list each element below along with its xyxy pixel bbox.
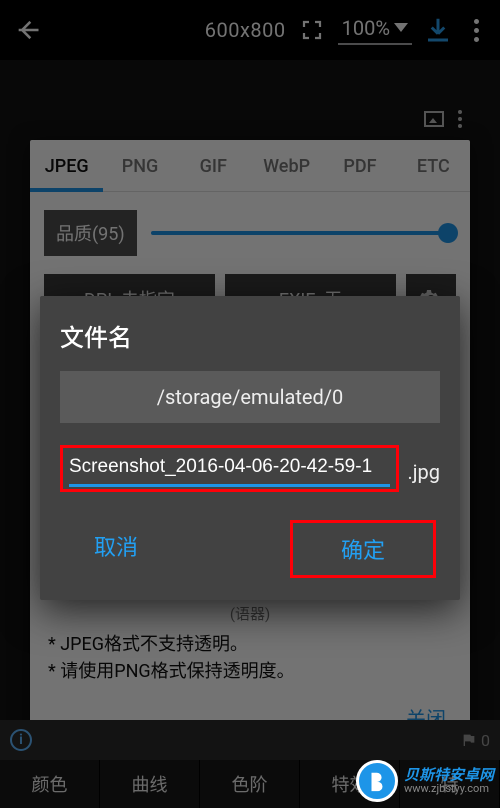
filename-input-highlight	[60, 445, 399, 492]
watermark-url: www.zjbstyy.com	[404, 783, 494, 795]
storage-path-button[interactable]: /storage/emulated/0	[60, 371, 440, 423]
file-extension: .jpg	[407, 460, 440, 492]
filename-dialog: 文件名 /storage/emulated/0 .jpg 取消 确定	[40, 296, 460, 600]
cancel-button[interactable]: 取消	[64, 520, 168, 578]
watermark-logo-icon	[356, 760, 398, 802]
watermark: 贝斯特安卓网 www.zjbstyy.com	[356, 760, 494, 802]
filename-input[interactable]	[69, 452, 390, 487]
watermark-title: 贝斯特安卓网	[404, 767, 494, 784]
ok-button[interactable]: 确定	[290, 520, 436, 578]
dialog-title: 文件名	[60, 318, 440, 353]
app-root: 600x800 100% JPEGPNGGIFWebPPDFETC 品质(95)…	[0, 0, 500, 808]
